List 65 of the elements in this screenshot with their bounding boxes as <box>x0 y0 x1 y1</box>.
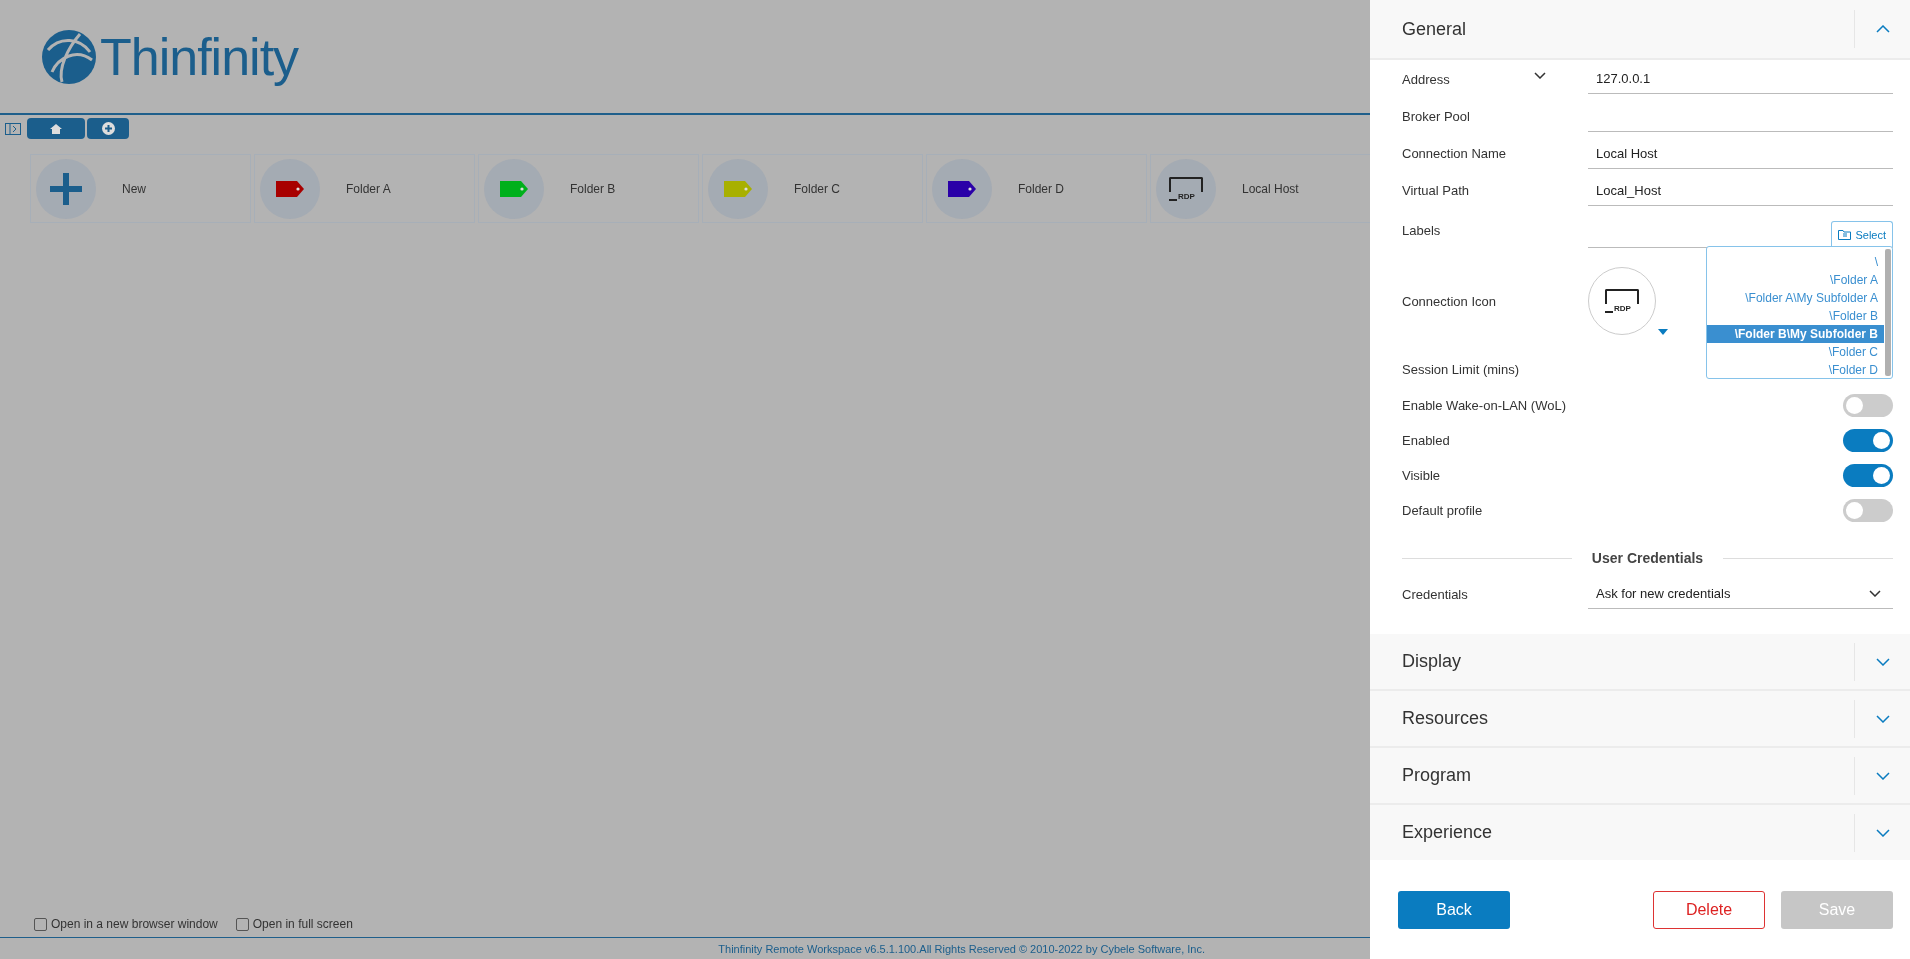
section-header[interactable]: Program <box>1370 748 1910 805</box>
chevron-down-icon[interactable] <box>1875 828 1890 837</box>
folder-icon <box>1838 229 1852 240</box>
delete-button[interactable]: Delete <box>1653 890 1765 929</box>
input-field[interactable]: 127.0.0.1 <box>1588 64 1893 94</box>
field-label: Enable Wake-on-LAN (WoL) <box>1402 398 1566 413</box>
field-label: Connection Icon <box>1402 293 1497 309</box>
input-field[interactable]: Local Host <box>1588 138 1893 169</box>
dropdown-option[interactable]: \Folder B <box>1707 307 1884 325</box>
globe-logo-icon <box>40 27 98 86</box>
home-icon <box>50 123 62 134</box>
tile[interactable]: Folder C <box>702 154 923 223</box>
add-button[interactable] <box>87 118 129 139</box>
chevron-down-icon <box>1869 590 1881 597</box>
dropdown-option[interactable]: \Folder D <box>1707 361 1884 379</box>
chevron-down-icon[interactable] <box>1875 657 1890 666</box>
dropdown-field[interactable]: Ask for new credentials <box>1588 579 1893 609</box>
field-label: Default profile <box>1402 503 1483 518</box>
tile[interactable]: Folder A <box>254 154 475 223</box>
toggle-switch[interactable] <box>1843 464 1893 487</box>
tile[interactable]: New <box>30 154 251 223</box>
checkbox[interactable] <box>235 917 249 931</box>
dropdown-option[interactable]: \Folder B\My Subfolder B <box>1707 325 1884 343</box>
dropdown-option[interactable]: \Folder C <box>1707 343 1884 361</box>
scrollbar[interactable] <box>1885 249 1891 376</box>
footer-text: Thinfinity Remote Workspace v6.5.1.100.All Rights Reserved © 2010-2022 by Cybele Software, Inc. <box>718 942 1205 955</box>
toggle-switch[interactable] <box>1843 394 1893 417</box>
field-label: Session Limit (mins) <box>1402 362 1521 377</box>
select-button[interactable]: Select <box>1831 221 1893 247</box>
field-label: Visible <box>1402 468 1441 483</box>
checkbox-label: Open in a new browser window <box>51 917 218 931</box>
field-label: Broker Pool <box>1402 109 1471 124</box>
toggle-switch[interactable] <box>1843 499 1893 522</box>
checkbox-label: Open in full screen <box>252 917 353 931</box>
field-label: Address <box>1402 71 1450 87</box>
field-label: Enabled <box>1402 433 1450 448</box>
dropdown-option[interactable]: \Folder A\My Subfolder A <box>1707 289 1884 307</box>
field-label: Credentials <box>1402 586 1469 602</box>
plus-icon <box>48 170 84 207</box>
chevron-down-icon[interactable] <box>1875 771 1890 780</box>
section-header[interactable]: General <box>1370 0 1910 60</box>
sidebar-toggle-icon[interactable] <box>5 122 21 135</box>
toggle-switch[interactable] <box>1843 429 1893 452</box>
tile[interactable]: Folder B <box>478 154 699 223</box>
checkbox[interactable] <box>34 917 47 931</box>
dropdown-option[interactable]: \ <box>1707 253 1884 271</box>
chevron-up-icon[interactable] <box>1875 25 1890 33</box>
dropdown-option[interactable]: \Folder A <box>1707 271 1884 289</box>
section-header[interactable]: Experience <box>1370 805 1910 860</box>
section-header[interactable]: Display <box>1370 634 1910 691</box>
logo-text: Thinfinity <box>100 26 299 87</box>
tile[interactable]: Folder D <box>926 154 1147 223</box>
back-button[interactable]: Back <box>1398 890 1510 929</box>
section-header[interactable]: Resources <box>1370 691 1910 748</box>
section-heading: User Credentials <box>1591 550 1704 566</box>
home-button[interactable] <box>27 118 85 139</box>
chevron-down-icon <box>1534 71 1546 79</box>
field-label: Labels <box>1402 222 1442 238</box>
input-field[interactable]: Local_Host <box>1588 175 1893 206</box>
caret-icon[interactable] <box>1658 329 1668 335</box>
plus-circle-icon <box>101 122 115 135</box>
field-label: Virtual Path <box>1402 183 1470 198</box>
tile[interactable]: RDP Local Host <box>1150 154 1370 223</box>
chevron-down-icon[interactable] <box>1875 714 1890 723</box>
field-label: Connection Name <box>1402 146 1508 161</box>
